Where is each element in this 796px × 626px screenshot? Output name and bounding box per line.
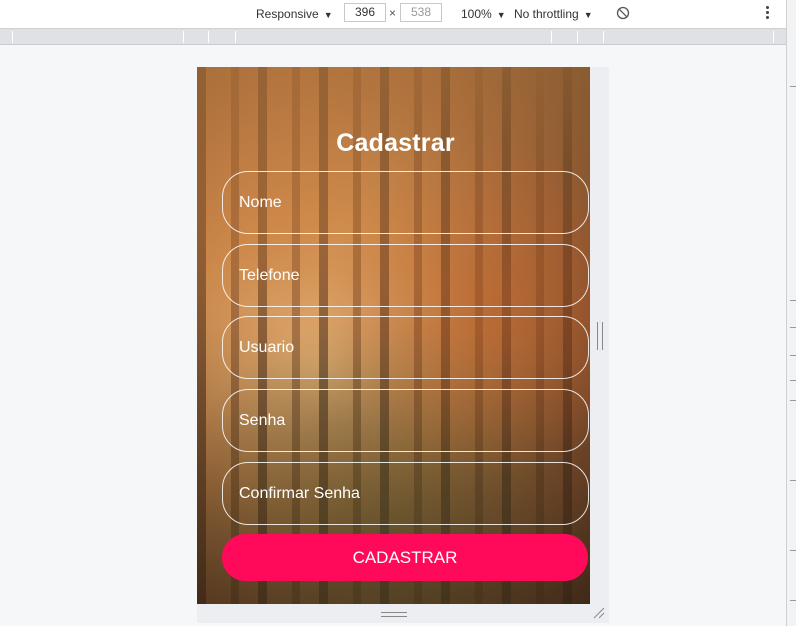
device-toolbar: Responsive ▼ 396 × 538 100% ▼ No throttlin… (0, 0, 786, 29)
phone-field[interactable]: Telefone (222, 244, 589, 307)
username-placeholder: Usuario (239, 339, 295, 356)
name-placeholder: Nome (239, 194, 282, 211)
resize-corner-icon[interactable] (593, 607, 605, 619)
rotate-icon[interactable] (616, 6, 630, 20)
phone-placeholder: Telefone (239, 267, 300, 284)
password-field[interactable]: Senha (222, 389, 589, 452)
chevron-down-icon: ▼ (323, 10, 333, 20)
width-input[interactable]: 396 (344, 3, 386, 22)
resize-handle-bottom[interactable] (381, 612, 407, 617)
device-mode-dropdown[interactable]: Responsive ▼ (256, 6, 333, 22)
password-placeholder: Senha (239, 412, 286, 429)
confirm-password-field[interactable]: Confirmar Senha (222, 462, 589, 525)
chevron-down-icon: ▼ (583, 10, 593, 20)
devtools-panel-edge (786, 0, 796, 626)
signup-page: Cadastrar Nome Telefone Usuario Senha Co… (197, 67, 590, 604)
dimension-separator-icon: × (389, 6, 397, 20)
page-title: Cadastrar (336, 129, 455, 157)
zoom-label: 100% (461, 7, 492, 21)
height-input[interactable]: 538 (400, 3, 442, 22)
resize-handle-right[interactable] (597, 322, 603, 350)
device-mode-label: Responsive (256, 7, 319, 21)
confirm-password-placeholder: Confirmar Senha (239, 485, 360, 502)
submit-button[interactable]: CADASTRAR (222, 534, 588, 581)
chevron-down-icon: ▼ (496, 10, 506, 20)
zoom-dropdown[interactable]: 100% ▼ (461, 6, 506, 22)
username-field[interactable]: Usuario (222, 316, 589, 379)
more-vertical-icon[interactable] (766, 6, 770, 21)
throttling-dropdown[interactable]: No throttling ▼ (514, 6, 593, 22)
media-query-ruler[interactable] (0, 29, 786, 45)
throttling-label: No throttling (514, 7, 579, 21)
name-field[interactable]: Nome (222, 171, 589, 234)
